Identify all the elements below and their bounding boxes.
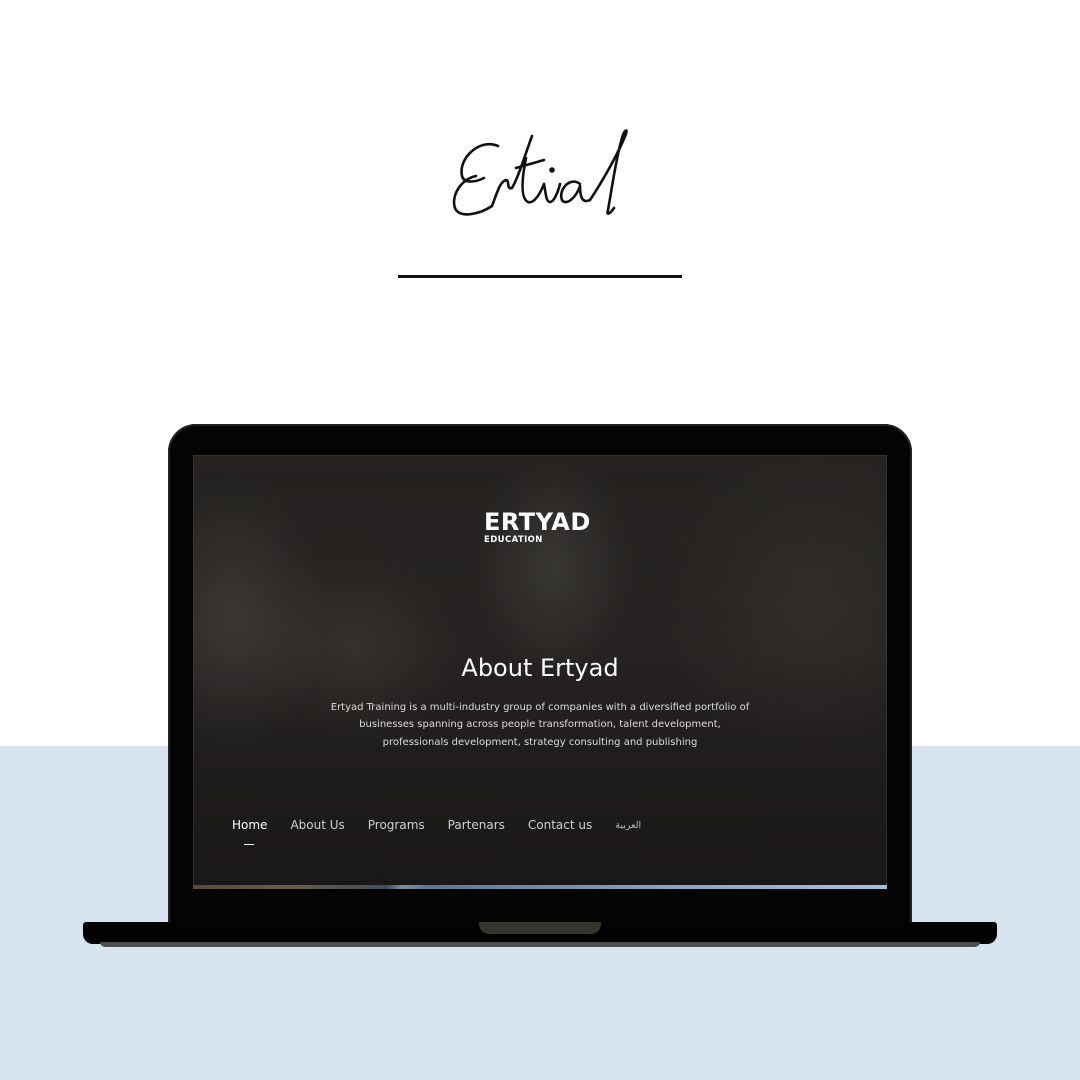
ertyad-logo[interactable]: ERTYAD EDUCATION bbox=[484, 509, 596, 545]
main-nav: Home About Us Programs Partenars Contact… bbox=[232, 815, 641, 845]
nav-item-label: العربية bbox=[615, 819, 642, 831]
nav-item-contact-us[interactable]: Contact us bbox=[528, 818, 592, 832]
signature-underline bbox=[398, 275, 682, 278]
laptop-notch bbox=[479, 922, 601, 934]
hero-line: businesses spanning across people transf… bbox=[359, 719, 721, 731]
signature-image bbox=[452, 129, 628, 216]
hero-line: Ertyad Training is a multi-industry grou… bbox=[330, 702, 750, 713]
hero-line: professionals development, strategy cons… bbox=[382, 736, 698, 748]
nav-item-language-arabic[interactable]: العربية bbox=[615, 820, 641, 831]
nav-item-label: About Us bbox=[290, 818, 345, 832]
hero-description: Ertyad Training is a multi-industry grou… bbox=[311, 699, 769, 751]
nav-item-label: Partenars bbox=[447, 818, 505, 832]
hero-title: About Ertyad bbox=[461, 654, 619, 682]
laptop-base-shadow bbox=[100, 942, 980, 947]
nav-item-about-us[interactable]: About Us bbox=[290, 818, 344, 832]
logo-wordmark: ERTYAD bbox=[484, 508, 591, 536]
nav-item-programs[interactable]: Programs bbox=[368, 818, 425, 832]
nav-item-label: Programs bbox=[367, 818, 425, 832]
logo-subtitle: EDUCATION bbox=[484, 535, 543, 545]
active-indicator bbox=[244, 844, 254, 845]
nav-item-label: Contact us bbox=[527, 818, 593, 832]
laptop-screen: ERTYAD EDUCATION About Ertyad Ertyad Tra… bbox=[193, 455, 887, 889]
next-section-peek bbox=[193, 885, 887, 889]
nav-item-home[interactable]: Home bbox=[232, 818, 268, 845]
nav-item-partners[interactable]: Partenars bbox=[448, 818, 505, 832]
nav-item-label: Home bbox=[232, 818, 268, 832]
signature-logo bbox=[440, 118, 650, 228]
